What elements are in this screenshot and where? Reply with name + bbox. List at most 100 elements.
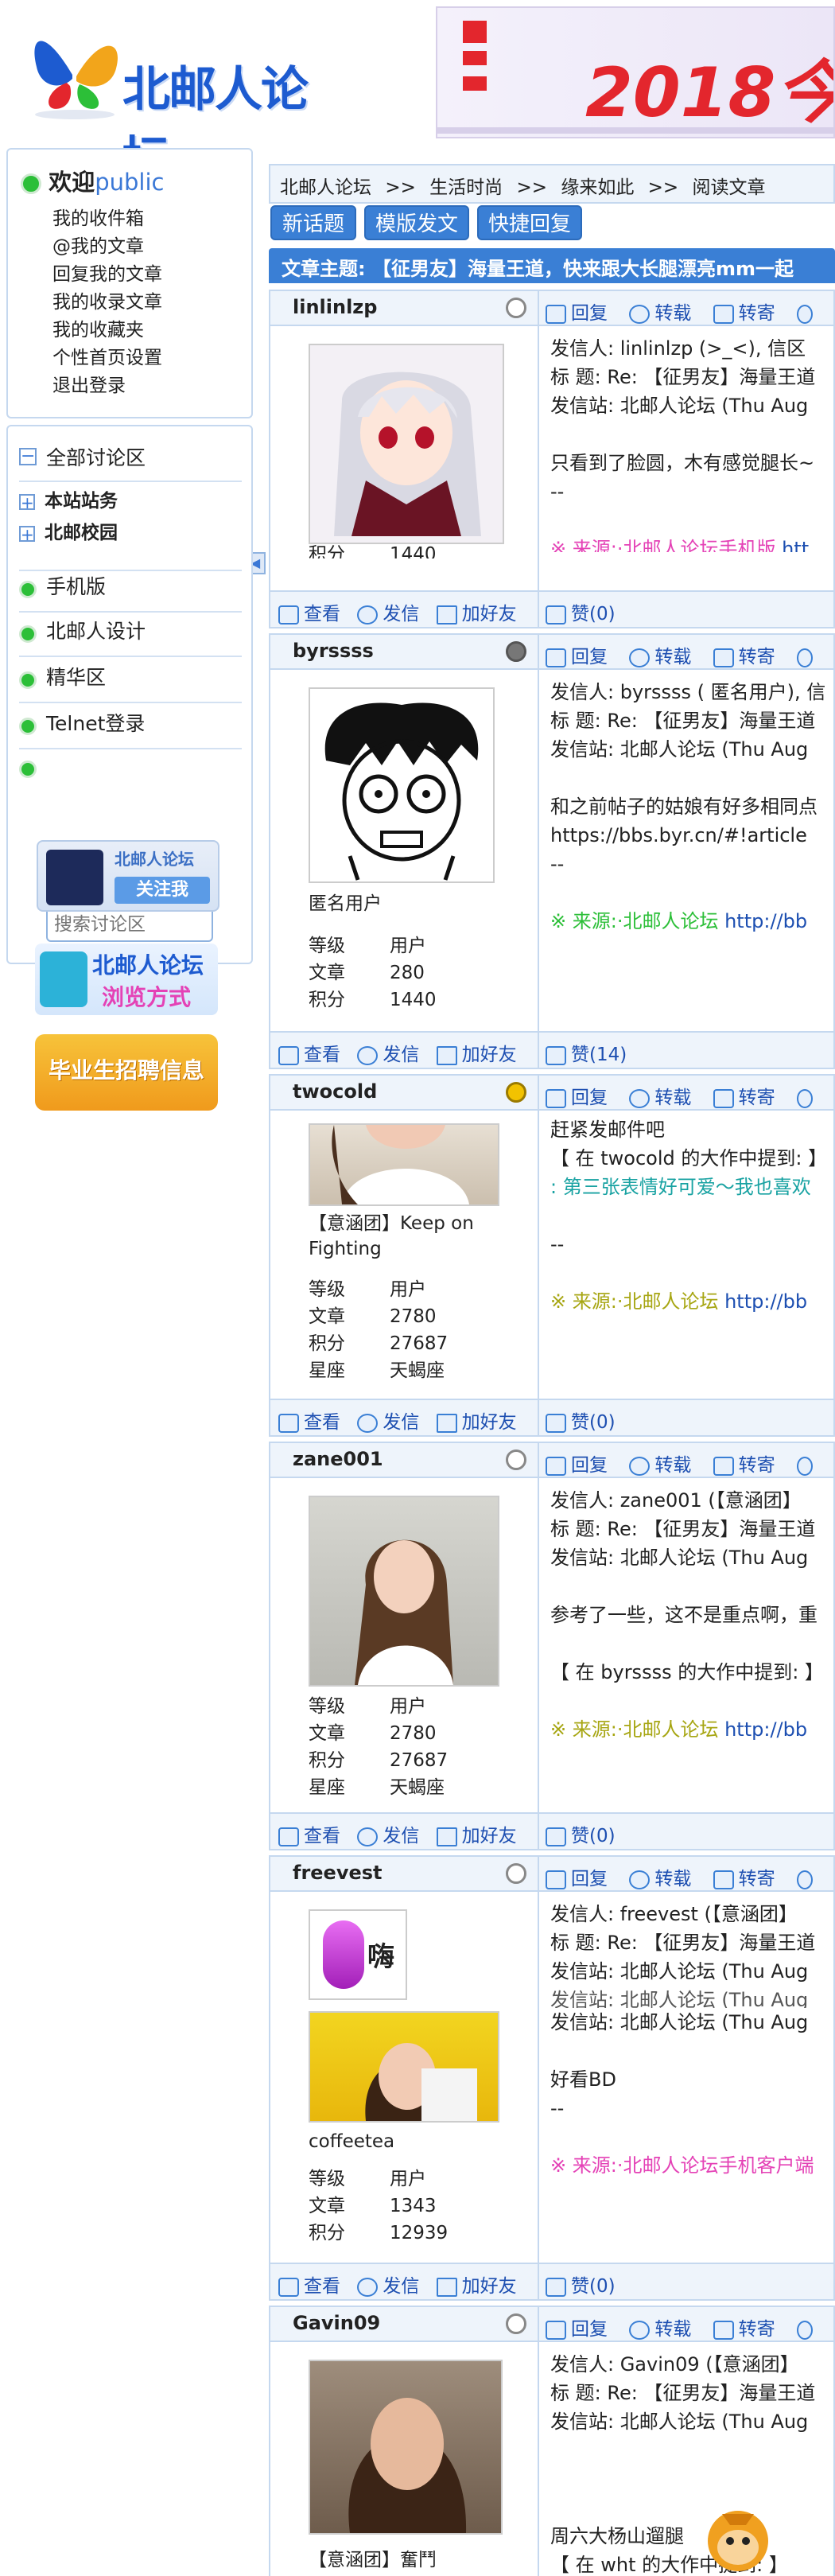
- template-post-button[interactable]: 模版发文: [364, 205, 469, 240]
- search-icon[interactable]: [796, 648, 813, 667]
- link-mentions[interactable]: @我的文章: [52, 233, 162, 261]
- thumbs-up-icon[interactable]: [546, 1413, 566, 1433]
- search-icon[interactable]: [796, 2320, 813, 2340]
- search-icon[interactable]: [796, 1870, 813, 1889]
- message-button[interactable]: 发信: [383, 1412, 419, 1433]
- forward-button[interactable]: 转载: [654, 303, 691, 324]
- thumbs-up-icon[interactable]: [546, 1045, 566, 1065]
- view-button[interactable]: 查看: [304, 1045, 340, 1065]
- all-sections-row[interactable]: − 全部讨论区: [19, 442, 242, 482]
- link-collected[interactable]: 我的收录文章: [52, 289, 162, 317]
- message-button[interactable]: 发信: [383, 1826, 419, 1846]
- quick-reply-button[interactable]: 快捷回复: [477, 205, 582, 240]
- sidebar-item-telnet[interactable]: Telnet登录: [19, 708, 242, 749]
- view-button[interactable]: 查看: [304, 1826, 340, 1846]
- forward-button[interactable]: 转载: [654, 1088, 691, 1108]
- forward-button[interactable]: 转载: [654, 647, 691, 667]
- view-button[interactable]: 查看: [304, 1412, 340, 1433]
- author-name[interactable]: zane001: [293, 1448, 383, 1470]
- thumbs-up-icon[interactable]: [546, 2277, 566, 2297]
- repost-button[interactable]: 转寄: [739, 647, 775, 667]
- search-icon[interactable]: [796, 1088, 813, 1108]
- sidebar-item-label[interactable]: Telnet登录: [46, 712, 145, 735]
- breadcrumb-item[interactable]: 生活时尚: [429, 177, 503, 198]
- new-topic-button[interactable]: 新话题: [270, 205, 356, 240]
- like-count[interactable]: 赞(0): [571, 1412, 616, 1433]
- add-friend-button[interactable]: 加好友: [462, 604, 517, 625]
- source-link[interactable]: http://bb: [724, 1718, 807, 1741]
- collapse-icon[interactable]: −: [19, 448, 37, 465]
- link-home-settings[interactable]: 个性首页设置: [52, 344, 162, 372]
- author-name[interactable]: Gavin09: [293, 2312, 380, 2334]
- link-favorites[interactable]: 我的收藏夹: [52, 317, 162, 344]
- section-item-campus[interactable]: + 北邮校园: [19, 517, 242, 549]
- repost-button[interactable]: 转寄: [739, 1455, 775, 1476]
- stat-label: 等级: [309, 1696, 345, 1717]
- site-logo[interactable]: 北邮人论坛: [29, 19, 331, 187]
- sidebar-item-label[interactable]: 手机版: [46, 575, 106, 598]
- sidebar-item-digest[interactable]: 精华区: [19, 662, 242, 703]
- repost-button[interactable]: 转寄: [739, 303, 775, 324]
- search-icon[interactable]: [796, 1456, 813, 1476]
- author-name[interactable]: freevest: [293, 1862, 383, 1884]
- source-link[interactable]: htt: [782, 538, 809, 552]
- like-count[interactable]: 赞(0): [571, 2276, 616, 2297]
- thumbs-up-icon[interactable]: [546, 605, 566, 625]
- reply-button[interactable]: 回复: [571, 2319, 608, 2340]
- browse-mode-badge[interactable]: 北邮人论坛 浏览方式: [35, 944, 218, 1015]
- add-friend-button[interactable]: 加好友: [462, 1045, 517, 1065]
- sidebar-item-label[interactable]: 北邮人设计: [46, 620, 146, 643]
- welcome-user[interactable]: public: [95, 169, 164, 196]
- like-count[interactable]: 赞(0): [571, 604, 616, 625]
- reply-button[interactable]: 回复: [571, 647, 608, 667]
- search-icon[interactable]: [796, 304, 813, 324]
- view-button[interactable]: 查看: [304, 604, 340, 625]
- breadcrumb-item[interactable]: 缘来如此: [561, 177, 634, 198]
- expand-icon[interactable]: +: [19, 525, 35, 543]
- repost-button[interactable]: 转寄: [739, 1869, 775, 1889]
- source-link[interactable]: http://bb: [724, 1290, 807, 1313]
- sidebar-item-label[interactable]: 精华区: [46, 666, 106, 689]
- message-button[interactable]: 发信: [383, 1045, 419, 1065]
- source-label[interactable]: ※ 来源:·北邮人论坛手机客户端: [550, 2154, 814, 2177]
- add-friend-button[interactable]: 加好友: [462, 1826, 517, 1846]
- link-inbox[interactable]: 我的收件箱: [52, 205, 162, 233]
- view-button[interactable]: 查看: [304, 2276, 340, 2297]
- section-item-label[interactable]: 本站站务: [45, 491, 118, 512]
- follow-us-badge[interactable]: 北邮人论坛 关注我: [37, 840, 219, 912]
- reply-button[interactable]: 回复: [571, 1869, 608, 1889]
- all-sections-label[interactable]: 全部讨论区: [46, 446, 146, 469]
- section-item-site-affairs[interactable]: + 本站站务: [19, 485, 242, 517]
- expand-icon[interactable]: +: [19, 493, 35, 511]
- monkey-mascot-icon[interactable]: [698, 2506, 778, 2576]
- like-count[interactable]: 赞(0): [571, 1826, 616, 1846]
- graduate-jobs-badge[interactable]: 毕业生招聘信息: [35, 1034, 218, 1111]
- like-count[interactable]: 赞(14): [571, 1045, 627, 1065]
- reply-button[interactable]: 回复: [571, 1455, 608, 1476]
- link-logout[interactable]: 退出登录: [52, 372, 162, 400]
- repost-button[interactable]: 转寄: [739, 2319, 775, 2340]
- source-link[interactable]: http://bb: [724, 910, 807, 932]
- add-friend-button[interactable]: 加好友: [462, 1412, 517, 1433]
- author-name[interactable]: twocold: [293, 1080, 377, 1103]
- sidebar-item-mobile[interactable]: 手机版: [19, 570, 242, 613]
- repost-button[interactable]: 转寄: [739, 1088, 775, 1108]
- section-search-input[interactable]: [46, 907, 213, 942]
- post-line[interactable]: https://bbs.byr.cn/#!article: [550, 821, 825, 850]
- forward-button[interactable]: 转载: [654, 1869, 691, 1889]
- sidebar-item-design[interactable]: 北邮人设计: [19, 616, 242, 657]
- message-button[interactable]: 发信: [383, 604, 419, 625]
- author-name[interactable]: linlinlzp: [293, 296, 377, 318]
- message-button[interactable]: 发信: [383, 2276, 419, 2297]
- reply-button[interactable]: 回复: [571, 1088, 608, 1108]
- forward-button[interactable]: 转载: [654, 1455, 691, 1476]
- link-replies[interactable]: 回复我的文章: [52, 261, 162, 289]
- ad-banner[interactable]: 2018今日: [436, 6, 835, 138]
- reply-button[interactable]: 回复: [571, 303, 608, 324]
- author-name[interactable]: byrssss: [293, 640, 374, 662]
- section-item-label[interactable]: 北邮校园: [45, 523, 118, 543]
- thumbs-up-icon[interactable]: [546, 1827, 566, 1846]
- forward-button[interactable]: 转载: [654, 2319, 691, 2340]
- breadcrumb-item[interactable]: 北邮人论坛: [280, 177, 371, 198]
- add-friend-button[interactable]: 加好友: [462, 2276, 517, 2297]
